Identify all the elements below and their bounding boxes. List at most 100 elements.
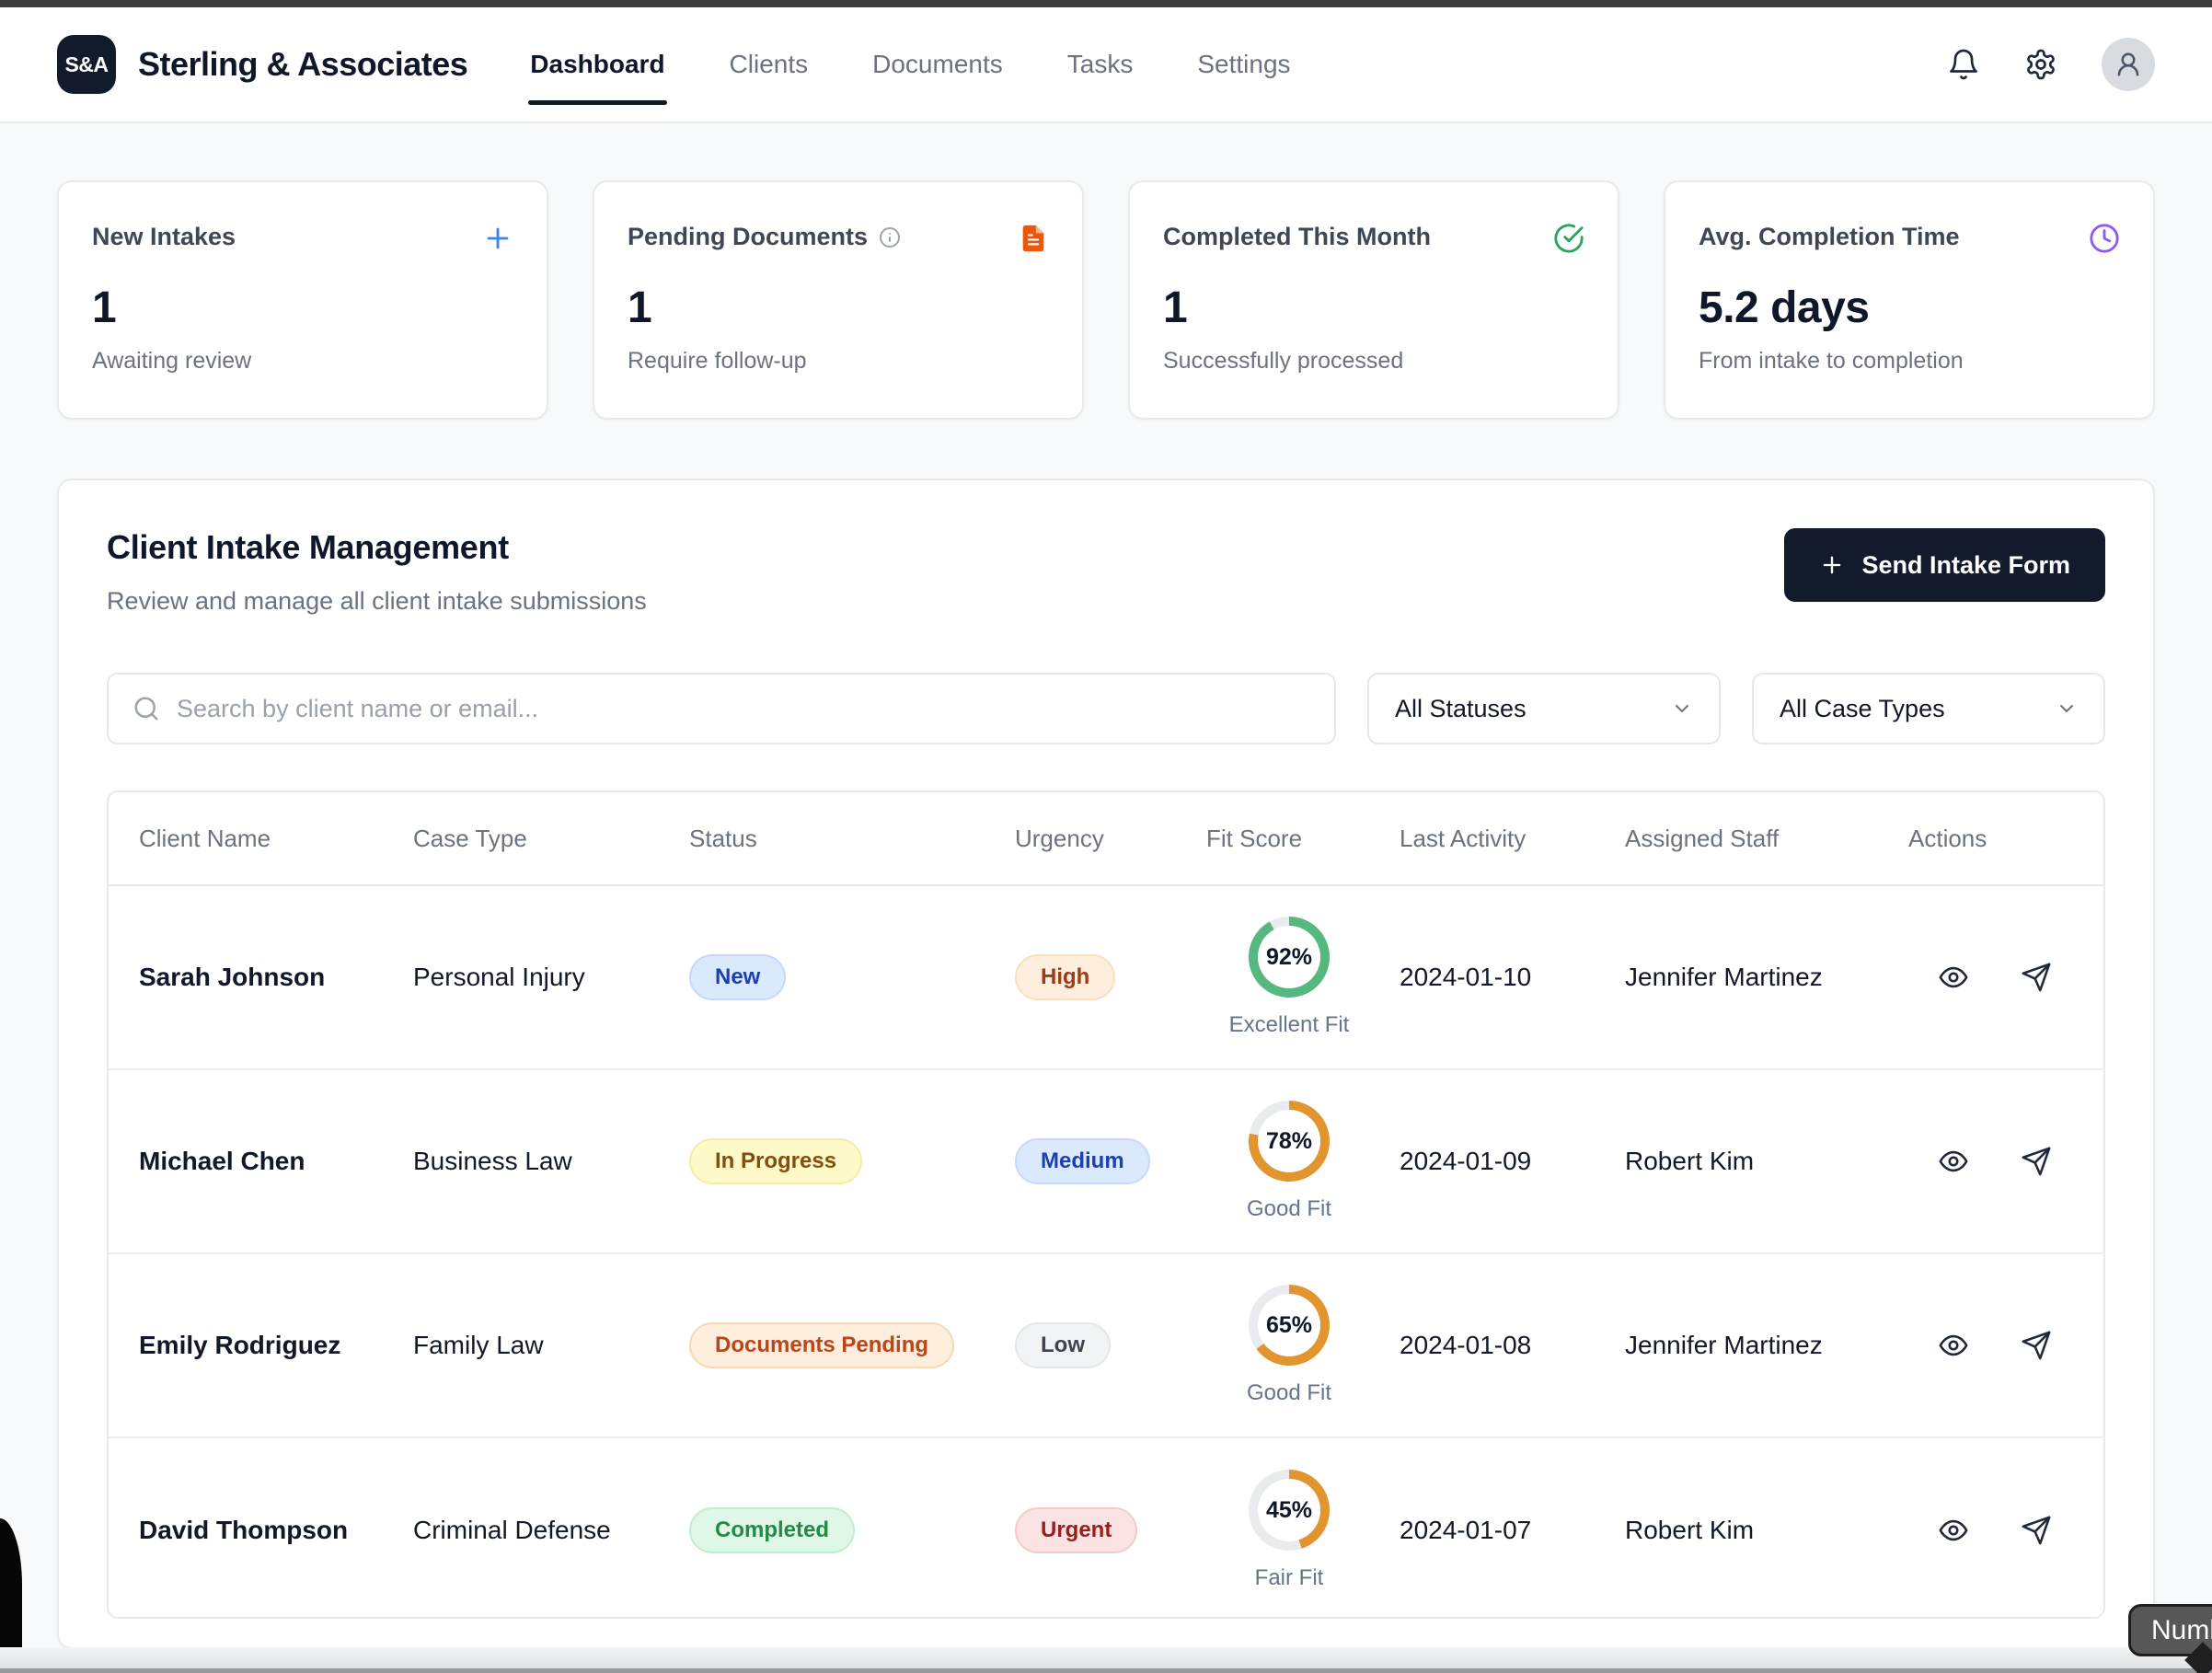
stat-label: Pending Documents (628, 223, 901, 251)
stat-value: 1 (92, 283, 513, 333)
stat-value: 1 (1163, 283, 1584, 333)
view-eye-icon[interactable] (1938, 1515, 1969, 1546)
assigned-staff: Jennifer Martinez (1625, 1331, 1908, 1360)
person-icon (2114, 51, 2142, 78)
plus-icon (482, 223, 513, 259)
page-content: New Intakes 1 Awaiting review Pending Do… (0, 123, 2212, 1673)
view-eye-icon[interactable] (1938, 962, 1969, 993)
stat-card-completion-time: Avg. Completion Time 5.2 days From intak… (1664, 180, 2155, 420)
case-type: Business Law (413, 1147, 689, 1176)
search-input[interactable] (177, 695, 1310, 723)
col-header-assigned-staff: Assigned Staff (1625, 825, 1908, 853)
assigned-staff: Robert Kim (1625, 1516, 1908, 1545)
search-icon (132, 695, 160, 722)
row-actions (1908, 1515, 2103, 1546)
fit-score-ring: 45% (1249, 1470, 1330, 1551)
nav-item-tasks[interactable]: Tasks (1066, 7, 1135, 121)
client-name: Michael Chen (139, 1147, 413, 1176)
status-badge: New (689, 954, 786, 1000)
fit-score-ring: 92% (1249, 917, 1330, 998)
col-header-actions: Actions (1908, 825, 2103, 853)
nav-item-documents[interactable]: Documents (870, 7, 1005, 121)
stat-card-completed: Completed This Month 1 Successfully proc… (1128, 180, 1619, 420)
send-plane-icon[interactable] (2021, 1515, 2052, 1546)
nav-item-settings[interactable]: Settings (1195, 7, 1292, 121)
fit-score-label: Good Fit (1247, 1380, 1331, 1406)
stat-subtext: Require follow-up (628, 348, 1049, 375)
stat-subtext: From intake to completion (1699, 348, 2120, 375)
fit-score-value: 45% (1258, 1479, 1320, 1541)
logo: S&A (57, 35, 116, 94)
last-activity: 2024-01-07 (1400, 1516, 1625, 1545)
last-activity: 2024-01-10 (1400, 963, 1625, 992)
row-actions (1908, 1146, 2103, 1177)
nav-item-clients[interactable]: Clients (728, 7, 811, 121)
stat-label-text: Pending Documents (628, 223, 868, 251)
status-filter-select[interactable]: All Statuses (1367, 673, 1721, 744)
send-plane-icon[interactable] (2021, 962, 2052, 993)
send-plane-icon[interactable] (2021, 1146, 2052, 1177)
os-numlock-tooltip: Numl (2128, 1604, 2212, 1656)
status-badge: In Progress (689, 1138, 862, 1184)
info-icon[interactable] (879, 226, 901, 248)
col-header-fit-score: Fit Score (1206, 825, 1400, 853)
fit-score-label: Good Fit (1247, 1196, 1331, 1222)
case-type: Criminal Defense (413, 1516, 689, 1545)
gear-icon[interactable] (2024, 48, 2057, 81)
status-badge: Completed (689, 1507, 855, 1553)
stat-cards: New Intakes 1 Awaiting review Pending Do… (57, 180, 2155, 420)
view-eye-icon[interactable] (1938, 1330, 1969, 1361)
case-type-filter-select[interactable]: All Case Types (1752, 673, 2105, 744)
fit-score-label: Fair Fit (1255, 1565, 1324, 1591)
table-row: Sarah Johnson Personal Injury New High 9… (109, 886, 2103, 1070)
case-type: Personal Injury (413, 963, 689, 992)
intake-table: Client Name Case Type Status Urgency Fit… (107, 790, 2105, 1619)
bell-icon[interactable] (1947, 48, 1980, 81)
table-row: Emily Rodriguez Family Law Documents Pen… (109, 1254, 2103, 1438)
table-header-row: Client Name Case Type Status Urgency Fit… (109, 792, 2103, 886)
brand-name: Sterling & Associates (138, 45, 467, 84)
fit-score-ring: 65% (1249, 1285, 1330, 1366)
fit-score: 65% Good Fit (1206, 1285, 1372, 1406)
stat-subtext: Awaiting review (92, 348, 513, 375)
fit-score-label: Excellent Fit (1229, 1012, 1350, 1038)
client-name: Emily Rodriguez (139, 1331, 413, 1360)
fit-score-ring: 78% (1249, 1101, 1330, 1182)
screen-bottom-edge (0, 1647, 2212, 1673)
fit-score-value: 78% (1258, 1110, 1320, 1172)
stat-card-new-intakes: New Intakes 1 Awaiting review (57, 180, 548, 420)
brand: S&A Sterling & Associates (57, 35, 467, 94)
clock-icon (2089, 223, 2120, 259)
case-type: Family Law (413, 1331, 689, 1360)
search-box (107, 673, 1336, 744)
urgency-badge: Urgent (1015, 1507, 1137, 1553)
client-name: David Thompson (139, 1516, 413, 1545)
nav-item-dashboard[interactable]: Dashboard (528, 7, 666, 121)
os-top-strip (0, 0, 2212, 7)
col-header-client-name: Client Name (139, 825, 413, 853)
table-row: David Thompson Criminal Defense Complete… (109, 1438, 2103, 1619)
client-intake-panel: Client Intake Management Review and mana… (57, 479, 2155, 1649)
row-actions (1908, 962, 2103, 993)
user-avatar[interactable] (2102, 38, 2155, 91)
stat-value: 1 (628, 283, 1049, 333)
chevron-down-icon (2056, 698, 2078, 720)
last-activity: 2024-01-08 (1400, 1331, 1625, 1360)
stat-label: New Intakes (92, 223, 236, 251)
header-actions (1947, 38, 2155, 91)
col-header-last-activity: Last Activity (1400, 825, 1625, 853)
stat-label: Avg. Completion Time (1699, 223, 1960, 251)
main-nav: Dashboard Clients Documents Tasks Settin… (528, 7, 1353, 121)
fit-score: 45% Fair Fit (1206, 1470, 1372, 1591)
table-row: Michael Chen Business Law In Progress Me… (109, 1070, 2103, 1254)
send-plane-icon[interactable] (2021, 1330, 2052, 1361)
fit-score: 92% Excellent Fit (1206, 917, 1372, 1038)
chevron-down-icon (1671, 698, 1693, 720)
case-type-filter-value: All Case Types (1780, 695, 1945, 723)
panel-subtitle: Review and manage all client intake subm… (107, 587, 647, 616)
view-eye-icon[interactable] (1938, 1146, 1969, 1177)
send-intake-form-button[interactable]: Send Intake Form (1784, 528, 2105, 602)
fit-score-value: 65% (1258, 1294, 1320, 1356)
row-actions (1908, 1330, 2103, 1361)
status-badge: Documents Pending (689, 1322, 954, 1368)
